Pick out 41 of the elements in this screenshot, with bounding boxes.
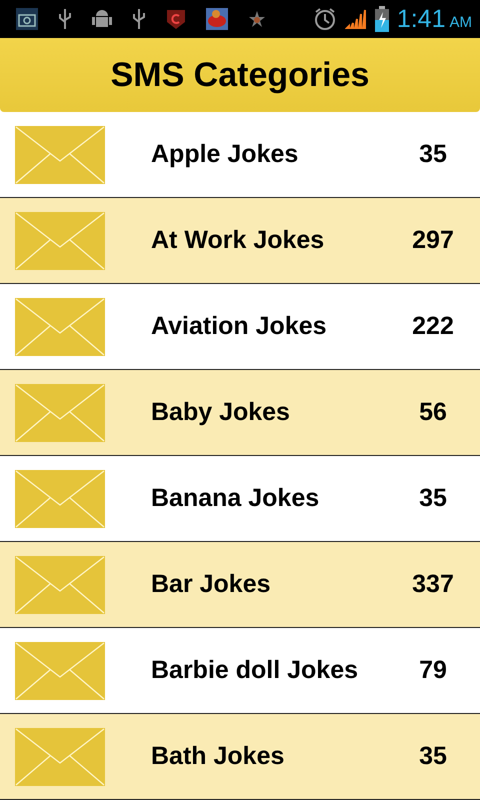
category-name: Bar Jokes (151, 570, 272, 599)
envelope-icon (15, 212, 105, 270)
category-row[interactable]: Baby Jokes 56 (0, 370, 480, 456)
star-icon (248, 10, 266, 28)
category-name: Apple Jokes (151, 140, 300, 169)
clock-time: 1:41 (396, 4, 446, 34)
category-count: 297 (411, 226, 455, 255)
category-row[interactable]: At Work Jokes 297 (0, 198, 480, 284)
category-count: 79 (418, 656, 448, 685)
candy-icon (206, 8, 228, 30)
envelope-icon (15, 126, 105, 184)
camera-icon (16, 8, 38, 30)
category-name: Aviation Jokes (151, 312, 328, 341)
envelope-icon (15, 384, 105, 442)
envelope-icon (15, 556, 105, 614)
category-name: Bath Jokes (151, 742, 286, 771)
category-name: Baby Jokes (151, 398, 291, 427)
battery-icon (374, 6, 389, 32)
android-icon (92, 8, 112, 30)
usb-icon (58, 8, 72, 30)
category-name: Barbie doll Jokes (151, 656, 360, 685)
usb-icon (132, 8, 146, 30)
category-count: 337 (411, 570, 455, 599)
signal-icon (344, 8, 367, 30)
alarm-icon (312, 7, 337, 31)
header-title: SMS Categories (110, 56, 370, 94)
envelope-icon (15, 298, 105, 356)
category-count: 35 (418, 742, 448, 771)
category-row[interactable]: Bar Jokes 337 (0, 542, 480, 628)
shield-icon (166, 8, 186, 30)
clock-meridiem: AM (450, 14, 472, 30)
envelope-icon (15, 642, 105, 700)
envelope-icon (15, 728, 105, 786)
category-count: 35 (418, 140, 448, 169)
category-row[interactable]: Bath Jokes 35 (0, 714, 480, 800)
category-count: 35 (418, 484, 448, 513)
category-count: 222 (411, 312, 455, 341)
envelope-icon (15, 470, 105, 528)
category-name: Banana Jokes (151, 484, 320, 513)
category-count: 56 (418, 398, 448, 427)
category-name: At Work Jokes (151, 226, 326, 255)
